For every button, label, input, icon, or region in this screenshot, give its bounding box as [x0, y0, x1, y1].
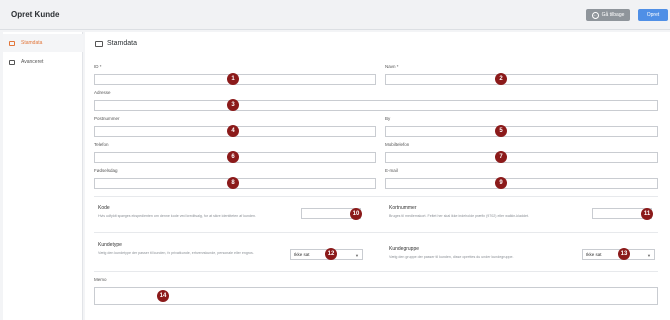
marker-badge: 12	[325, 248, 337, 260]
sidebar-item-label: Stamdata	[21, 40, 43, 46]
marker-badge: 2	[495, 73, 507, 85]
mobiltelefon-label: Mobiltelefon	[385, 142, 410, 147]
kundetype-label: Kundetype	[98, 242, 122, 248]
kundegruppe-help: Vælg den gruppe der passer til kunden, d…	[389, 255, 514, 259]
kode-label: Kode	[98, 205, 110, 211]
marker-badge: 9	[495, 177, 507, 189]
kundegruppe-label: Kundegruppe	[389, 246, 420, 252]
marker-badge: 1	[227, 73, 239, 85]
navn-label: Navn *	[385, 64, 399, 69]
foedselsdag-label: Fødselsdag	[94, 168, 118, 173]
sidebar-item-stamdata[interactable]: Stamdata	[3, 34, 83, 52]
marker-badge: 13	[618, 248, 630, 260]
kode-help: Hvis udfyldt spørges ekspedienten om den…	[98, 214, 257, 218]
kundetype-help: Vælg den kundetype der passer til kunden…	[98, 251, 254, 255]
email-input[interactable]	[385, 178, 658, 189]
section-header: Stamdata	[95, 40, 137, 47]
kortnummer-label: Kortnummer	[389, 205, 417, 211]
marker-badge: 7	[495, 151, 507, 163]
section-title: Stamdata	[107, 40, 137, 47]
by-label: By	[385, 116, 391, 121]
page-title: Opret Kunde	[11, 10, 60, 19]
card-icon	[9, 40, 15, 46]
settings-card-icon	[9, 59, 15, 65]
chevron-down-icon: ▼	[355, 253, 359, 258]
marker-badge: 11	[641, 208, 653, 220]
sidebar-item-label: Avanceret	[21, 59, 44, 65]
memo-textarea[interactable]	[94, 287, 658, 305]
kortnummer-help: Bruges til medlemskort. Feltet her skal …	[389, 214, 530, 218]
marker-badge: 8	[227, 177, 239, 189]
marker-badge: 6	[227, 151, 239, 163]
create-button[interactable]: Opret	[638, 9, 668, 21]
marker-badge: 4	[227, 125, 239, 137]
kundegruppe-selected: Ikke sat	[586, 252, 602, 257]
marker-badge: 5	[495, 125, 507, 137]
divider	[94, 232, 658, 233]
navn-input[interactable]	[385, 74, 658, 85]
divider	[94, 196, 658, 197]
by-input[interactable]	[385, 126, 658, 137]
postnummer-label: Postnummer	[94, 116, 120, 121]
telefon-label: Telefon	[94, 142, 109, 147]
divider	[94, 271, 658, 272]
chevron-down-icon: ▼	[647, 253, 651, 258]
mobiltelefon-input[interactable]	[385, 152, 658, 163]
marker-badge: 14	[157, 290, 169, 302]
page-header: Opret Kunde ← Gå tilbage Opret	[0, 0, 670, 30]
back-arrow-icon: ←	[591, 11, 599, 19]
card-icon	[95, 40, 103, 47]
kundetype-selected: Ikke sat	[294, 252, 310, 257]
back-button-label: Gå tilbage	[601, 12, 625, 18]
sidebar-item-avanceret[interactable]: Avanceret	[3, 53, 83, 71]
adresse-input[interactable]	[94, 100, 658, 111]
back-button[interactable]: ← Gå tilbage	[586, 9, 630, 21]
sidebar: Stamdata Avanceret	[3, 32, 83, 320]
email-label: E-mail	[385, 168, 398, 173]
id-label: ID *	[94, 64, 102, 69]
memo-label: Memo	[94, 277, 107, 282]
marker-badge: 3	[227, 99, 239, 111]
marker-badge: 10	[350, 208, 362, 220]
main-panel: Stamdata ID * 1 Navn * 2 Adresse 3 Postn…	[85, 32, 670, 320]
adresse-label: Adresse	[94, 90, 111, 95]
